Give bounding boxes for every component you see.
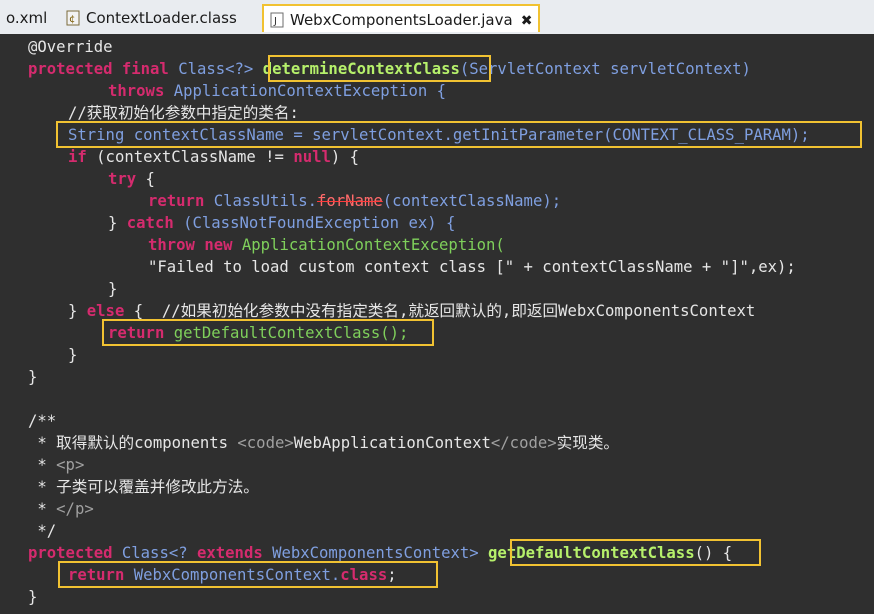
code-line-26: } bbox=[28, 588, 38, 606]
java-file-icon: J bbox=[270, 12, 284, 28]
code-line-18: /** bbox=[28, 412, 57, 430]
tab-webx-components-loader[interactable]: J WebxComponentsLoader.java ✖ bbox=[262, 4, 541, 32]
code-editor[interactable]: @Override protected final Class<?> deter… bbox=[0, 34, 874, 614]
class-file-icon: ¢ bbox=[66, 10, 80, 26]
code-line-21: * 子类可以覆盖并修改此方法。 bbox=[28, 478, 259, 496]
code-line-19: * 取得默认的components <code>WebApplicationCo… bbox=[28, 434, 620, 452]
svg-text:¢: ¢ bbox=[69, 14, 75, 25]
code-line-7: try { bbox=[108, 170, 155, 188]
tab-label: WebxComponentsLoader.java bbox=[290, 11, 513, 29]
tab-label: ContextLoader.class bbox=[86, 9, 237, 27]
code-line-6: if (contextClassName != null) { bbox=[68, 148, 360, 166]
code-line-9: } catch (ClassNotFoundException ex) { bbox=[108, 214, 456, 232]
code-line-16: } bbox=[28, 368, 38, 386]
editor-tab-bar: o.xml ¢ ContextLoader.class J WebxComponen… bbox=[0, 0, 874, 35]
code-line-1: @Override bbox=[28, 38, 113, 56]
code-line-15: } bbox=[68, 346, 78, 364]
code-line-3: throws ApplicationContextException { bbox=[108, 82, 446, 100]
code-line-20: * <p> bbox=[28, 456, 85, 474]
code-line-13: } else { //如果初始化参数中没有指定类名,就返回默认的,即返回Webx… bbox=[68, 302, 756, 320]
svg-text:J: J bbox=[273, 16, 277, 27]
close-icon[interactable]: ✖ bbox=[521, 13, 533, 29]
code-line-25: return WebxComponentsContext.class; bbox=[68, 566, 397, 584]
code-line-14: return getDefaultContextClass(); bbox=[108, 324, 409, 342]
code-line-10: throw new ApplicationContextException( bbox=[148, 236, 505, 254]
code-line-2: protected final Class<?> determineContex… bbox=[28, 60, 751, 78]
code-line-22: * </p> bbox=[28, 500, 94, 518]
code-line-11: "Failed to load custom context class [" … bbox=[148, 258, 796, 276]
code-line-5: String contextClassName = servletContext… bbox=[68, 126, 810, 144]
tab-xml[interactable]: o.xml bbox=[0, 4, 53, 32]
code-line-4: //获取初始化参数中指定的类名: bbox=[68, 104, 299, 122]
tab-context-loader[interactable]: ¢ ContextLoader.class bbox=[60, 4, 243, 32]
tab-label: o.xml bbox=[6, 9, 48, 27]
code-line-12: } bbox=[108, 280, 118, 298]
code-line-23: */ bbox=[28, 522, 57, 540]
code-line-24: protected Class<? extends WebxComponents… bbox=[28, 544, 733, 562]
code-line-8: return ClassUtils.forName(contextClassNa… bbox=[148, 192, 562, 210]
